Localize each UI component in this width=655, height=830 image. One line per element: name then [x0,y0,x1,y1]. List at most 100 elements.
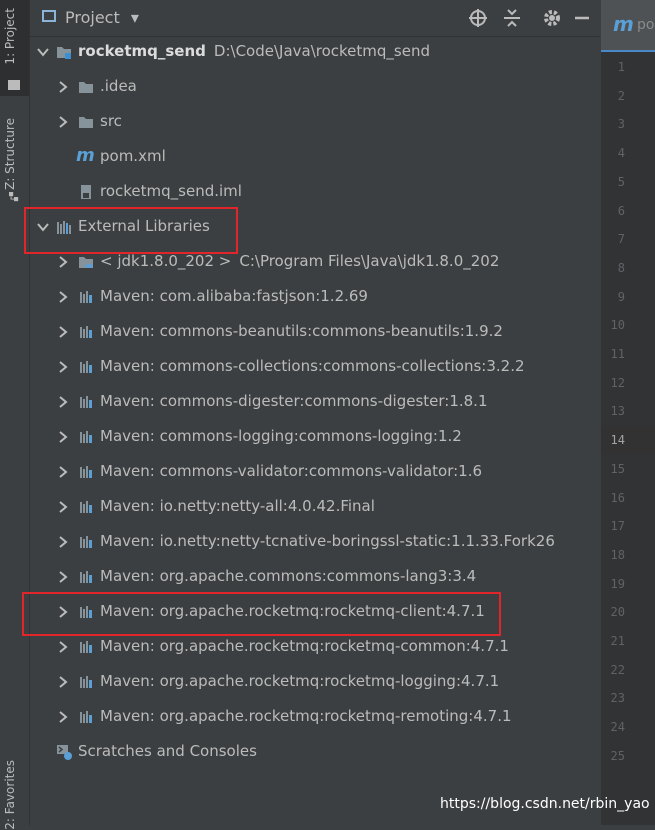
tree-item-label: Maven: io.netty:netty-tcnative-boringssl… [100,532,555,550]
library-jar-icon [80,361,92,373]
line-number: 13 [610,404,625,419]
chevron-right-icon[interactable] [56,710,70,724]
line-number: 3 [617,117,625,132]
project-tree: rocketmq_send D:\Code\Java\rocketmq_send … [30,37,600,825]
library-jar-icon [80,641,92,653]
line-number: 1 [617,60,625,74]
project-view-selector[interactable]: Project ▾ [65,8,139,27]
editor-tab-pom[interactable]: m po [601,0,655,52]
line-number: 6 [617,203,625,218]
watermark: https://blog.csdn.net/rbin_yao [440,796,650,812]
tree-row-maven-library[interactable]: Maven: org.apache.rocketmq:rocketmq-logg… [30,667,600,697]
tree-row-maven-library[interactable]: Maven: com.alibaba:fastjson:1.2.69 [30,282,600,312]
chevron-right-icon[interactable] [56,255,70,269]
tree-row-maven-library[interactable]: Maven: org.apache.rocketmq:rocketmq-comm… [30,632,600,662]
chevron-right-icon[interactable] [56,115,70,129]
jdk-folder-icon [79,257,93,268]
project-tool-tab[interactable]: 1: Project [3,8,17,65]
line-number: 4 [617,146,625,161]
locate-file-icon[interactable] [466,6,490,30]
tree-row-src[interactable]: src [30,107,600,137]
jdk-path: C:\Program Files\Java\jdk1.8.0_202 [239,252,500,270]
library-jar-icon [80,501,92,513]
library-jar-icon [80,536,92,548]
chevron-right-icon[interactable] [56,675,70,689]
chevron-right-icon[interactable] [56,570,70,584]
editor-line-gutter: 1 2 3 4 5 6 7 8 9 10 11 12 13 14 15 16 17 18 19 20 21 22 23 24 2… [601,52,655,825]
tree-item-label: pom.xml [100,147,166,165]
tree-item-label: Maven: commons-validator:commons-validat… [100,462,483,480]
line-number: 15 [610,461,625,476]
tree-item-label: .idea [100,77,137,95]
folder-icon [79,117,93,128]
tree-item-label: Maven: org.apache.rocketmq:rocketmq-remo… [100,707,512,725]
chevron-right-icon[interactable] [56,325,70,339]
tree-row-maven-library[interactable]: Maven: commons-logging:commons-logging:1… [30,422,600,452]
library-jar-icon [80,676,92,688]
project-folder-icon [8,80,20,90]
line-number: 7 [617,232,625,247]
line-number: 9 [617,289,625,304]
tree-row-maven-library[interactable]: Maven: commons-collections:commons-colle… [30,352,600,382]
tree-item-label: Scratches and Consoles [78,742,257,760]
line-number: 23 [610,691,625,706]
chevron-right-icon[interactable] [56,640,70,654]
chevron-right-icon[interactable] [56,80,70,94]
tree-row-maven-library[interactable]: Maven: commons-beanutils:commons-beanuti… [30,317,600,347]
chevron-right-icon[interactable] [56,430,70,444]
tree-item-label: Maven: org.apache.commons:commons-lang3:… [100,567,477,585]
gear-icon[interactable] [540,6,564,30]
editor-tab-title: po [637,17,655,33]
structure-tool-tab[interactable]: Z: Structure [3,118,17,190]
tree-row-pom[interactable]: m pom.xml [30,142,600,172]
chevron-right-icon[interactable] [56,290,70,304]
chevron-right-icon[interactable] [56,395,70,409]
line-number: 22 [610,662,625,677]
panel-title: Project [65,8,120,27]
scratches-icon [57,745,72,760]
line-number: 16 [610,490,625,505]
line-number: 18 [610,547,625,562]
line-number: 5 [617,174,625,189]
line-number: 17 [610,519,625,534]
tree-item-label: rocketmq_send.iml [100,182,242,200]
chevron-right-icon[interactable] [56,500,70,514]
highlight-box-external-libraries [24,207,238,254]
tree-row-scratches[interactable]: Scratches and Consoles [30,737,600,767]
chevron-down-icon: ▾ [130,8,139,27]
tree-row-maven-library[interactable]: Maven: commons-validator:commons-validat… [30,457,600,487]
folder-icon [79,82,93,93]
tree-item-label: Maven: commons-logging:commons-logging:1… [100,427,462,445]
hide-panel-icon[interactable] [570,6,594,30]
line-number: 25 [610,748,625,763]
tree-row-idea[interactable]: .idea [30,72,600,102]
maven-file-icon: m [613,12,634,36]
tree-row-iml[interactable]: rocketmq_send.iml [30,177,600,207]
tree-row-maven-library[interactable]: Maven: commons-digester:commons-digester… [30,387,600,417]
tree-item-label: Maven: commons-digester:commons-digester… [100,392,488,410]
favorites-tool-tab[interactable]: 2: Favorites [3,760,17,830]
maven-file-icon: m [76,145,95,166]
tree-row-maven-library[interactable]: Maven: org.apache.rocketmq:rocketmq-remo… [30,702,600,732]
tree-row-maven-library[interactable]: Maven: io.netty:netty-tcnative-boringssl… [30,527,600,557]
tree-item-label: Maven: commons-beanutils:commons-beanuti… [100,322,503,340]
chevron-right-icon[interactable] [56,535,70,549]
chevron-down-icon[interactable] [36,45,50,59]
line-number: 21 [610,634,625,648]
tree-row-maven-library[interactable]: Maven: org.apache.commons:commons-lang3:… [30,562,600,592]
line-number: 19 [610,576,625,591]
tree-row-maven-library[interactable]: Maven: io.netty:netty-all:4.0.42.Final [30,492,600,522]
collapse-all-icon[interactable] [500,6,524,30]
library-jar-icon [80,431,92,443]
line-number: 10 [610,318,625,333]
line-number: 14 [610,433,625,448]
highlight-box-rocketmq-client [22,592,501,636]
tree-row-root[interactable]: rocketmq_send D:\Code\Java\rocketmq_send [30,37,600,67]
chevron-right-icon[interactable] [56,360,70,374]
left-tool-strip: 1: Project Z: Structure 2: Favorites [0,0,30,830]
tree-item-label: Maven: commons-collections:commons-colle… [100,357,525,375]
library-jar-icon [80,466,92,478]
module-file-icon [81,185,91,199]
library-jar-icon [80,711,92,723]
chevron-right-icon[interactable] [56,465,70,479]
